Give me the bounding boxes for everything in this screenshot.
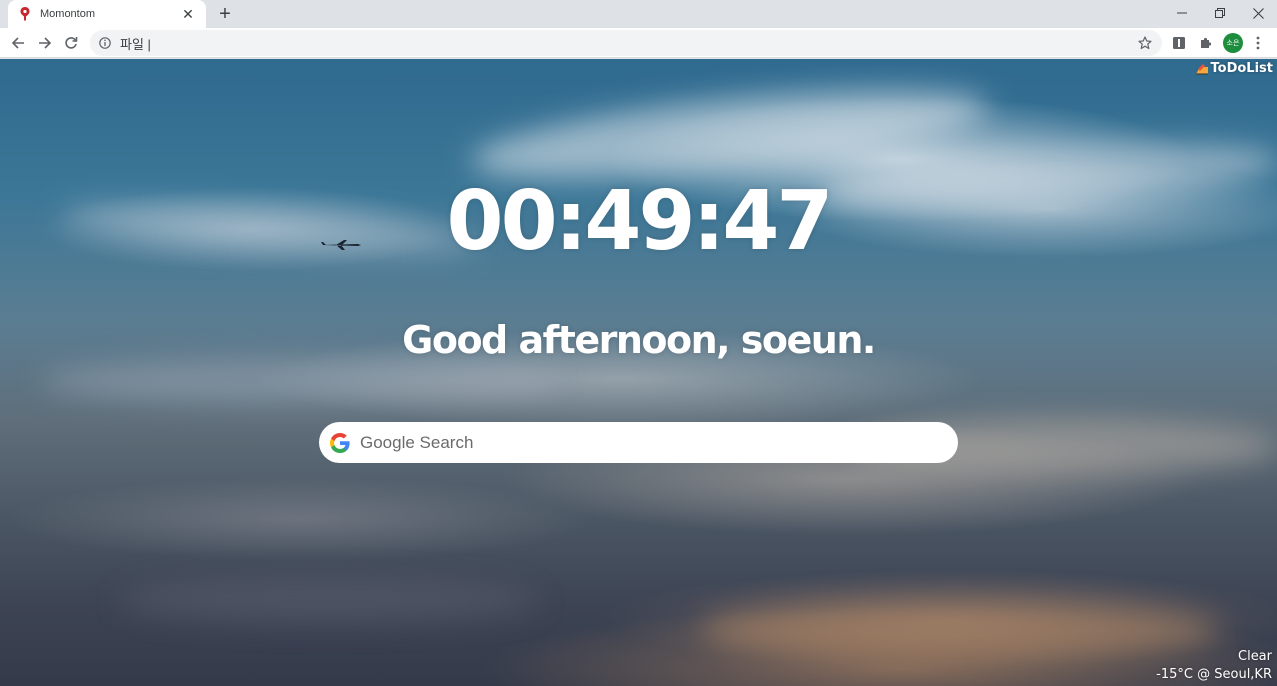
extension-icon[interactable] [1169,33,1189,53]
back-arrow-icon [11,37,24,49]
forward-arrow-icon [39,37,52,49]
weather-widget: Clear -15°C @ Seoul,KR [1156,648,1272,684]
puzzle-icon[interactable] [1196,33,1216,53]
tab-title: Momontom [40,8,96,20]
weather-condition: Clear [1238,649,1272,664]
info-icon[interactable] [98,36,112,50]
minimize-button[interactable] [1163,0,1201,26]
google-g-icon [330,432,350,453]
cloud-shape [120,579,540,624]
close-tab-icon[interactable]: ✕ [180,6,196,22]
address-bar[interactable]: 파일 | [90,30,1162,56]
pin-icon [18,6,32,22]
cloud-shape [700,599,1220,659]
pencil-icon [1195,63,1209,75]
google-search-bar[interactable] [319,422,958,463]
bookmark-star-icon[interactable] [1136,34,1154,52]
menu-kebab-icon[interactable] [1250,33,1266,53]
profile-avatar[interactable]: 소은 [1223,33,1243,53]
browser-toolbar: 파일 | 소은 [0,28,1277,58]
clock: 00:49:47 [446,174,834,269]
todolist-label: ToDoList [1210,61,1274,76]
address-text: 파일 | [120,36,151,52]
page-background: ToDoList 00:49:47 Good afternoon, soeun.… [0,59,1277,686]
tab-momontom[interactable]: Momontom ✕ [8,0,206,28]
tab-strip: Momontom ✕ + [0,0,1277,28]
close-window-button[interactable] [1239,0,1277,26]
restore-button[interactable] [1201,0,1239,26]
greeting: Good afternoon, soeun. [402,318,876,362]
todolist-link[interactable]: ToDoList [1195,61,1274,76]
forward-button[interactable] [33,31,57,55]
cloud-shape [40,359,560,404]
search-input[interactable] [360,432,920,453]
back-button[interactable] [6,31,30,55]
weather-temp-location: -15°C @ Seoul,KR [1156,667,1272,682]
reload-icon [65,37,78,49]
reload-button[interactable] [59,31,83,55]
new-tab-button[interactable]: + [213,3,237,25]
